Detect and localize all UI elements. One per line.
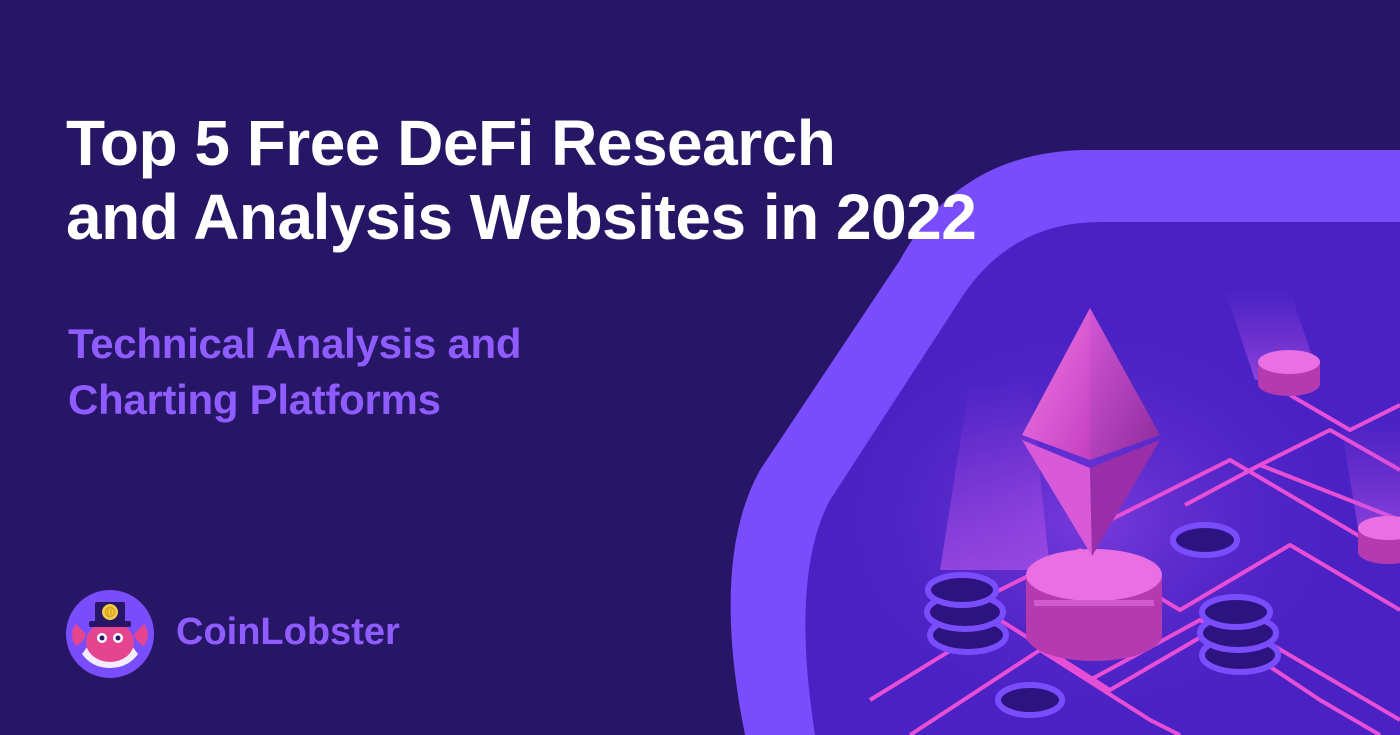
page-subtitle: Technical Analysis and Charting Platform… — [68, 316, 522, 428]
page-title: Top 5 Free DeFi Research and Analysis We… — [66, 106, 977, 254]
brand-logo[interactable]: CoinLobster — [62, 584, 422, 684]
title-line-1: Top 5 Free DeFi Research — [66, 107, 836, 179]
hero-banner: Top 5 Free DeFi Research and Analysis We… — [0, 0, 1400, 735]
coin-stack-icon — [924, 572, 1009, 655]
coin-stack-icon — [1197, 594, 1281, 675]
pedestal-icon — [1258, 350, 1320, 396]
lobster-mascot-icon — [66, 590, 154, 678]
subtitle-line-2: Charting Platforms — [68, 376, 441, 423]
pedestal-icon — [1026, 549, 1162, 661]
pedestal-icon — [1358, 516, 1400, 564]
brand-name: CoinLobster — [176, 611, 400, 653]
subtitle-line-1: Technical Analysis and — [68, 320, 522, 367]
title-line-2: and Analysis Websites in 2022 — [66, 181, 977, 253]
